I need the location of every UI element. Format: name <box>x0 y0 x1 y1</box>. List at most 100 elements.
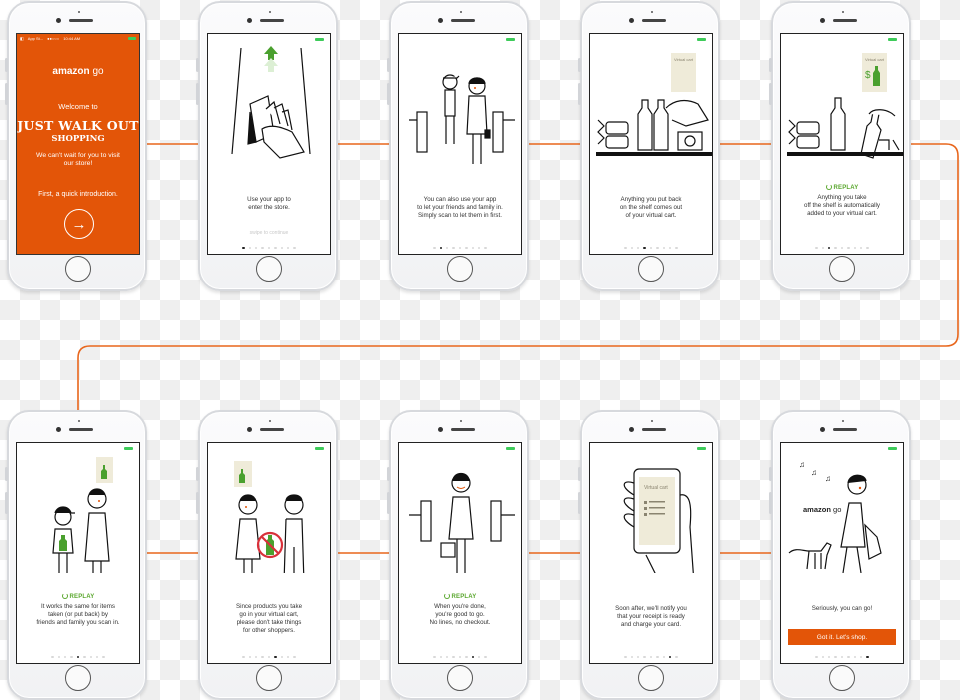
home-button[interactable] <box>447 665 473 691</box>
page-dot[interactable] <box>637 655 640 658</box>
replay-button[interactable]: REPLAY <box>17 593 139 600</box>
page-dot[interactable] <box>834 655 837 658</box>
page-indicator[interactable] <box>590 655 712 658</box>
home-button[interactable] <box>65 665 91 691</box>
page-dot[interactable] <box>847 246 850 249</box>
page-dot[interactable] <box>828 655 831 658</box>
page-dot[interactable] <box>57 655 61 658</box>
page-indicator[interactable] <box>399 246 521 249</box>
page-dot[interactable] <box>866 246 869 249</box>
page-dot[interactable] <box>853 246 856 249</box>
page-indicator[interactable] <box>781 655 903 658</box>
page-dot[interactable] <box>675 655 678 658</box>
page-dot[interactable] <box>662 655 665 658</box>
page-dot[interactable] <box>433 246 436 249</box>
page-indicator[interactable] <box>208 655 330 658</box>
page-dot[interactable] <box>89 655 92 658</box>
page-dot[interactable] <box>484 655 487 658</box>
page-dot[interactable] <box>624 246 627 249</box>
page-dot[interactable] <box>630 655 634 658</box>
page-dot[interactable] <box>446 655 449 658</box>
page-dot[interactable] <box>637 246 640 249</box>
page-indicator[interactable] <box>781 246 903 249</box>
page-dot[interactable] <box>286 246 290 249</box>
page-dot[interactable] <box>828 246 831 249</box>
page-dot[interactable] <box>280 246 283 249</box>
page-dot[interactable] <box>840 655 844 658</box>
home-button[interactable] <box>256 665 282 691</box>
home-button[interactable] <box>447 256 473 282</box>
home-button[interactable] <box>638 665 664 691</box>
home-button[interactable] <box>829 665 855 691</box>
page-dot[interactable] <box>477 246 481 249</box>
page-dot[interactable] <box>452 655 455 658</box>
page-indicator[interactable] <box>590 246 712 249</box>
page-dot[interactable] <box>624 655 627 658</box>
home-button[interactable] <box>256 256 282 282</box>
page-dot[interactable] <box>261 246 264 249</box>
page-dot[interactable] <box>102 655 105 658</box>
page-dot[interactable] <box>70 655 73 658</box>
page-dot[interactable] <box>649 246 653 249</box>
page-dot[interactable] <box>465 246 468 249</box>
page-dot[interactable] <box>643 655 646 658</box>
page-dot[interactable] <box>439 246 443 249</box>
page-dot[interactable] <box>859 655 863 658</box>
page-dot[interactable] <box>267 246 271 249</box>
page-dot[interactable] <box>293 246 296 249</box>
page-dot[interactable] <box>465 655 468 658</box>
page-dot[interactable] <box>458 246 462 249</box>
page-dot[interactable] <box>64 655 67 658</box>
app-store-back-icon[interactable]: ◧ <box>20 36 24 41</box>
page-dot[interactable] <box>255 655 258 658</box>
replay-button[interactable]: REPLAY <box>781 184 903 191</box>
page-dot[interactable] <box>484 246 487 249</box>
page-dot[interactable] <box>458 655 462 658</box>
page-dot[interactable] <box>267 655 271 658</box>
page-dot[interactable] <box>76 655 80 658</box>
page-dot[interactable] <box>51 655 54 658</box>
page-dot[interactable] <box>95 655 99 658</box>
home-button[interactable] <box>829 256 855 282</box>
page-dot[interactable] <box>274 246 277 249</box>
page-dot[interactable] <box>433 655 436 658</box>
page-dot[interactable] <box>280 655 283 658</box>
page-dot[interactable] <box>274 655 277 658</box>
page-dot[interactable] <box>847 655 850 658</box>
page-dot[interactable] <box>255 246 258 249</box>
page-dot[interactable] <box>675 246 678 249</box>
page-dot[interactable] <box>439 655 443 658</box>
page-dot[interactable] <box>471 246 474 249</box>
page-dot[interactable] <box>242 655 245 658</box>
page-dot[interactable] <box>815 246 818 249</box>
lets-shop-button[interactable]: Got it. Let's shop. <box>788 629 896 645</box>
page-dot[interactable] <box>643 246 646 249</box>
page-indicator[interactable] <box>17 655 139 658</box>
page-dot[interactable] <box>248 655 252 658</box>
page-dot[interactable] <box>261 655 264 658</box>
home-button[interactable] <box>65 256 91 282</box>
page-dot[interactable] <box>242 246 245 249</box>
page-dot[interactable] <box>293 655 296 658</box>
page-dot[interactable] <box>866 655 869 658</box>
page-dot[interactable] <box>630 246 634 249</box>
page-dot[interactable] <box>83 655 86 658</box>
page-indicator[interactable] <box>208 246 330 249</box>
replay-button[interactable]: REPLAY <box>399 593 521 600</box>
page-dot[interactable] <box>471 655 474 658</box>
page-dot[interactable] <box>452 246 455 249</box>
page-dot[interactable] <box>286 655 290 658</box>
page-dot[interactable] <box>656 655 659 658</box>
page-indicator[interactable] <box>399 655 521 658</box>
page-dot[interactable] <box>853 655 856 658</box>
page-dot[interactable] <box>821 246 825 249</box>
page-dot[interactable] <box>834 246 837 249</box>
page-dot[interactable] <box>668 246 672 249</box>
page-dot[interactable] <box>248 246 252 249</box>
home-button[interactable] <box>638 256 664 282</box>
page-dot[interactable] <box>662 246 665 249</box>
page-dot[interactable] <box>649 655 653 658</box>
page-dot[interactable] <box>815 655 818 658</box>
page-dot[interactable] <box>821 655 825 658</box>
page-dot[interactable] <box>446 246 449 249</box>
